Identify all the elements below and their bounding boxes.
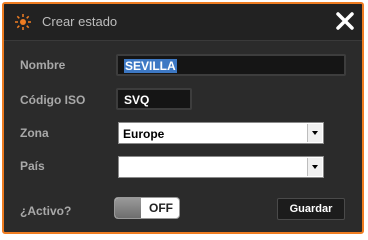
codigo-iso-field[interactable]: SVQ <box>116 88 192 110</box>
create-state-dialog: Crear estado Nombre SEVILLA Código ISO S… <box>2 2 364 234</box>
nombre-value: SEVILLA <box>124 59 177 73</box>
codigo-iso-value: SVQ <box>124 93 150 107</box>
chevron-down-icon[interactable] <box>307 158 322 176</box>
dialog-titlebar: Crear estado <box>4 4 362 40</box>
close-icon[interactable] <box>334 10 356 32</box>
dialog-title: Crear estado <box>42 14 118 29</box>
sun-icon <box>15 14 31 30</box>
chevron-down-icon[interactable] <box>307 124 322 142</box>
nombre-field[interactable]: SEVILLA <box>116 54 346 76</box>
pais-label: País <box>20 159 45 173</box>
codigo-iso-label: Código ISO <box>20 93 86 107</box>
toggle-knob[interactable] <box>115 198 141 218</box>
activo-toggle[interactable]: OFF <box>114 197 180 219</box>
toggle-state: OFF <box>149 201 173 215</box>
activo-label: ¿Activo? <box>20 204 72 218</box>
pais-select[interactable] <box>118 156 324 178</box>
title-separator <box>4 40 362 41</box>
zona-select[interactable]: Europe <box>118 122 324 144</box>
zona-label: Zona <box>20 126 49 140</box>
zona-value: Europe <box>123 127 165 141</box>
save-button[interactable]: Guardar <box>277 198 345 220</box>
nombre-label: Nombre <box>20 58 66 72</box>
